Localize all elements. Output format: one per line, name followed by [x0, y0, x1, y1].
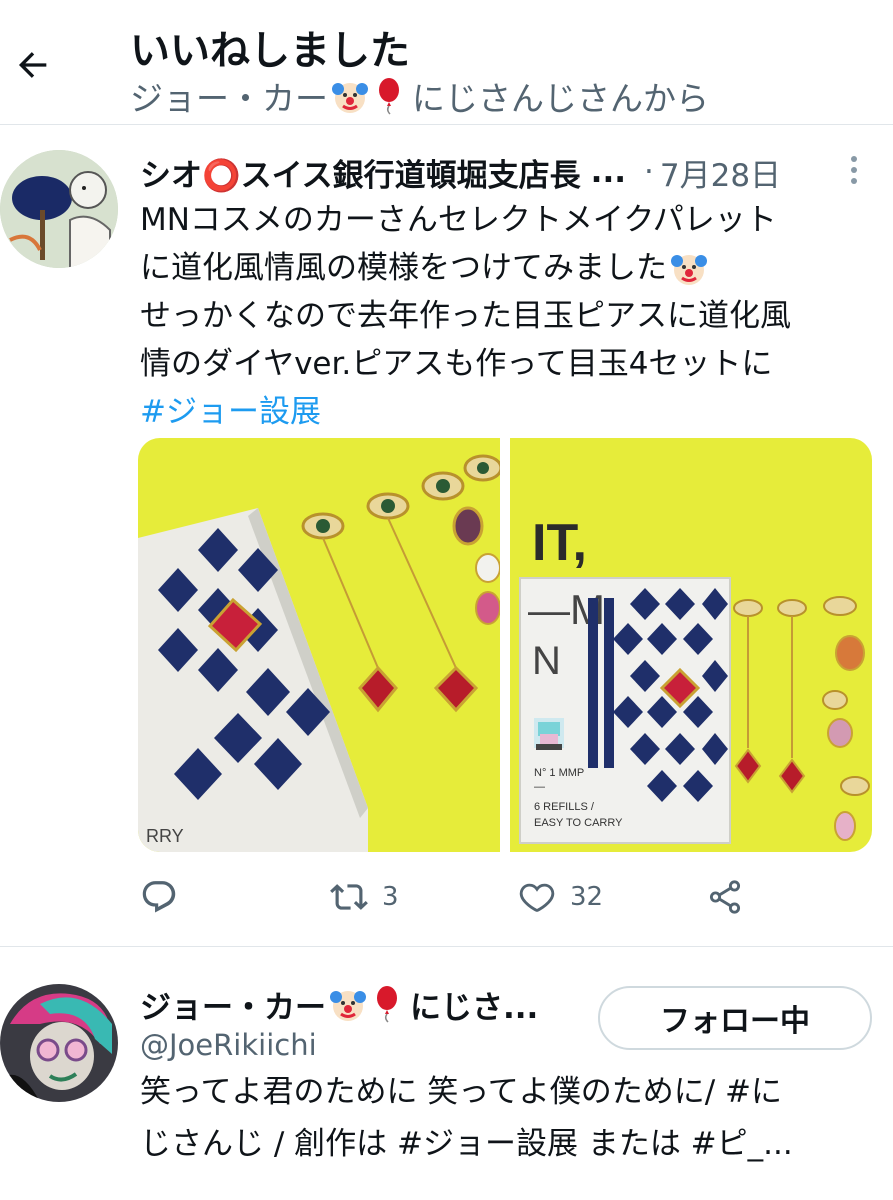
- balloon-icon: [379, 78, 399, 115]
- tweet-photo-1[interactable]: RRY: [138, 438, 503, 852]
- user-card-name-prefix: ジョー・カー: [140, 989, 326, 1026]
- photo-2-dash-text: —: [534, 781, 545, 793]
- retweet-icon: [330, 884, 368, 910]
- share-icon: [709, 880, 741, 914]
- photo-2-model-text: N° 1 MMP: [534, 767, 584, 779]
- following-button[interactable]: フォロー中: [598, 986, 872, 1050]
- user-card-name-suffix: にじさ...: [410, 989, 539, 1026]
- page-title: いいねしました: [130, 28, 410, 74]
- share-button[interactable]: [706, 872, 744, 922]
- user-card-name[interactable]: ジョー・カー にじさ...: [140, 982, 585, 1026]
- page-subtitle: ジョー・カー にじさんじさんから: [130, 72, 709, 120]
- photo-2-background-text: IT,: [532, 514, 587, 572]
- header-divider: [0, 124, 893, 125]
- photo-1-corner-text: RRY: [146, 826, 184, 846]
- tweet-text-segment: に道化風情風の模様をつけてみました: [140, 250, 667, 286]
- reply-icon: [142, 881, 176, 913]
- tweet-text-line: に道化風情風の模様をつけてみました: [140, 244, 880, 292]
- photo-2-carry-text: EASY TO CARRY: [534, 817, 623, 829]
- tweet-text-line: 情のダイヤver.ピアスも作って目玉4セットに: [140, 346, 773, 382]
- user-card-avatar[interactable]: [0, 984, 118, 1102]
- photo-2-refills-text: 6 REFILLS /: [534, 801, 595, 813]
- tweet-author-avatar[interactable]: [0, 150, 118, 268]
- more-dot-icon: [851, 178, 857, 184]
- tweet-divider: [0, 946, 893, 947]
- retweet-count: 3: [382, 882, 399, 912]
- tweet-media: RRY IT, —M N N° 1 MMP — 6 REFILLS / EASY…: [138, 438, 872, 852]
- more-options-button[interactable]: [842, 150, 866, 190]
- clown-face-icon: [332, 83, 368, 113]
- more-dot-icon: [851, 156, 857, 162]
- back-button[interactable]: [10, 42, 56, 88]
- heart-icon: [519, 883, 555, 912]
- author-name-ellipsis: ...: [590, 154, 627, 190]
- tweet-photo-2[interactable]: IT, —M N N° 1 MMP — 6 REFILLS / EASY TO …: [510, 438, 872, 852]
- header-separator: ·: [644, 154, 654, 190]
- subtitle-suffix: にじさんじさんから: [412, 79, 709, 118]
- like-count: 32: [570, 882, 604, 912]
- tweet-hashtag-link[interactable]: #ジョー設展: [140, 388, 321, 436]
- user-bio-line: じさんじ / 創作は #ジョー設展 または #ピ_...: [140, 1126, 793, 1162]
- top-bar: いいねしました ジョー・カー にじさんじさんから: [0, 0, 893, 124]
- tweet-date[interactable]: 7月28日: [660, 150, 781, 195]
- balloon-icon: [377, 986, 397, 1023]
- tweet-actions: 3 32: [140, 872, 880, 922]
- user-card-handle: @JoeRikiichi: [140, 1028, 317, 1062]
- tweet-text-line: せっかくなので去年作った目玉ピアスに道化風: [140, 298, 791, 334]
- subtitle-user-name: ジョー・カー: [130, 79, 328, 118]
- clown-face-icon: [330, 991, 366, 1021]
- tweet-author-name[interactable]: シオ⭕スイス銀行道頓堀支店長: [140, 150, 581, 195]
- more-dot-icon: [851, 167, 857, 173]
- retweet-button[interactable]: 3: [330, 872, 399, 922]
- arrow-left-icon: [18, 52, 47, 78]
- tweet-text: MNコスメのカーさんセレクトメイクパレット に道化風情風の模様をつけてみました …: [140, 196, 880, 436]
- clown-face-icon: [671, 255, 707, 285]
- user-card-bio: 笑ってよ君のために 笑ってよ僕のために/ #に じさんじ / 創作は #ジョー設…: [140, 1066, 880, 1170]
- photo-2-card-n: N: [532, 639, 561, 683]
- like-button[interactable]: 32: [518, 872, 603, 922]
- tweet-hashtag-line: #ジョー設展: [140, 388, 880, 436]
- tweet-text-line: MNコスメのカーさんセレクトメイクパレット: [140, 202, 777, 238]
- tweet-header: シオ⭕スイス銀行道頓堀支店長 ... · 7月28日: [140, 150, 840, 194]
- reply-button[interactable]: [140, 872, 192, 922]
- user-bio-line: 笑ってよ君のために 笑ってよ僕のために/ #に: [140, 1074, 783, 1110]
